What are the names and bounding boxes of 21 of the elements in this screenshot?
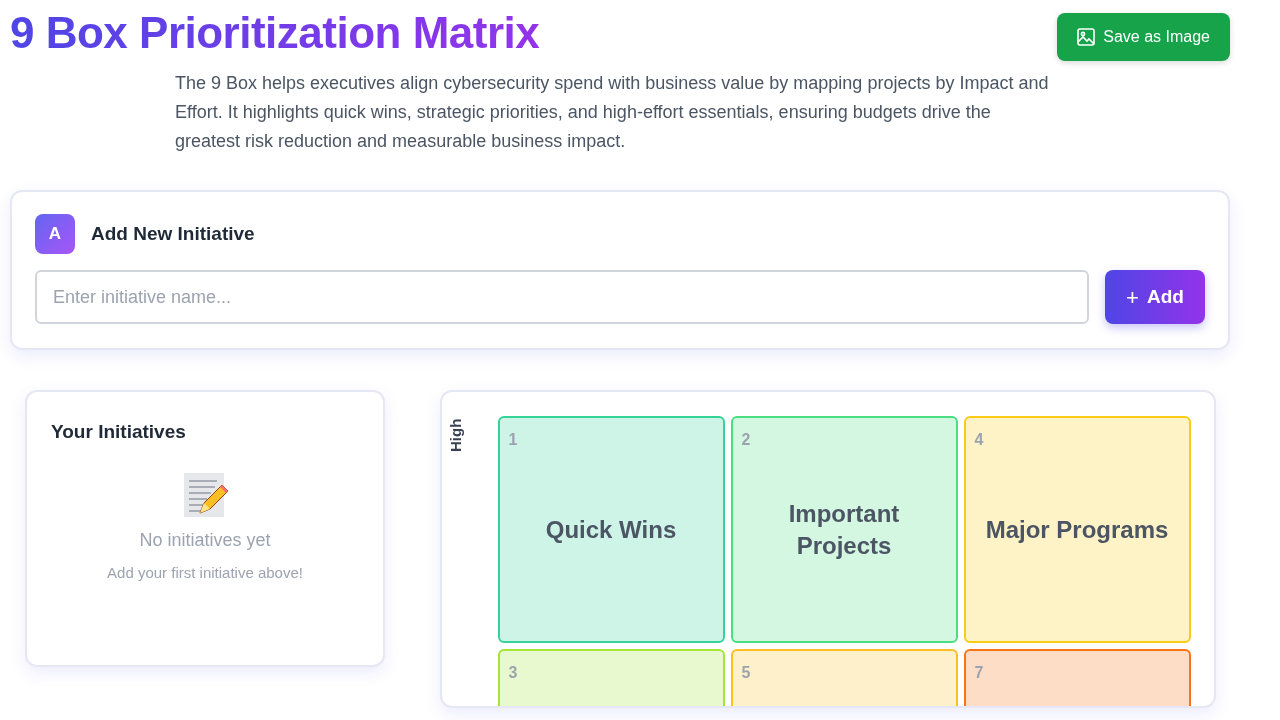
letter-badge: A bbox=[35, 214, 75, 254]
axis-label: High bbox=[446, 417, 465, 452]
panel-title: Your Initiatives bbox=[51, 420, 187, 444]
empty-state-hint: Add your first initiative above! bbox=[107, 562, 303, 583]
panel-title: Add New Initiative bbox=[91, 221, 255, 246]
cell-label: Important Projects bbox=[787, 498, 901, 561]
cell-number: 7 bbox=[974, 663, 984, 683]
cell-number: 5 bbox=[741, 663, 751, 683]
cell-number: 3 bbox=[508, 663, 518, 683]
cell-label: Quick Wins bbox=[544, 514, 678, 545]
initiative-name-field[interactable]: Enter initiative name... bbox=[35, 270, 1089, 324]
cell-label: Major Programs bbox=[984, 514, 1170, 545]
memo-icon bbox=[182, 470, 228, 519]
description-paragraph: The 9 Box helps executives align cybersecurity spend with business value by mapping projects by Impact and Effort. It highlights quick wins, strategic priorities, and high-effort essentials, ensuring budgets drive the greatest risk reduction and measurable business impact. bbox=[175, 72, 1050, 153]
save-image-button[interactable]: Save as Image bbox=[1057, 13, 1230, 61]
add-button[interactable]: + Add bbox=[1105, 270, 1205, 324]
image-icon bbox=[1077, 28, 1096, 46]
cell-number: 2 bbox=[741, 430, 751, 450]
cell-number: 1 bbox=[508, 430, 518, 450]
cell-number: 4 bbox=[974, 430, 984, 450]
empty-state-title: No initiatives yet bbox=[139, 528, 271, 552]
